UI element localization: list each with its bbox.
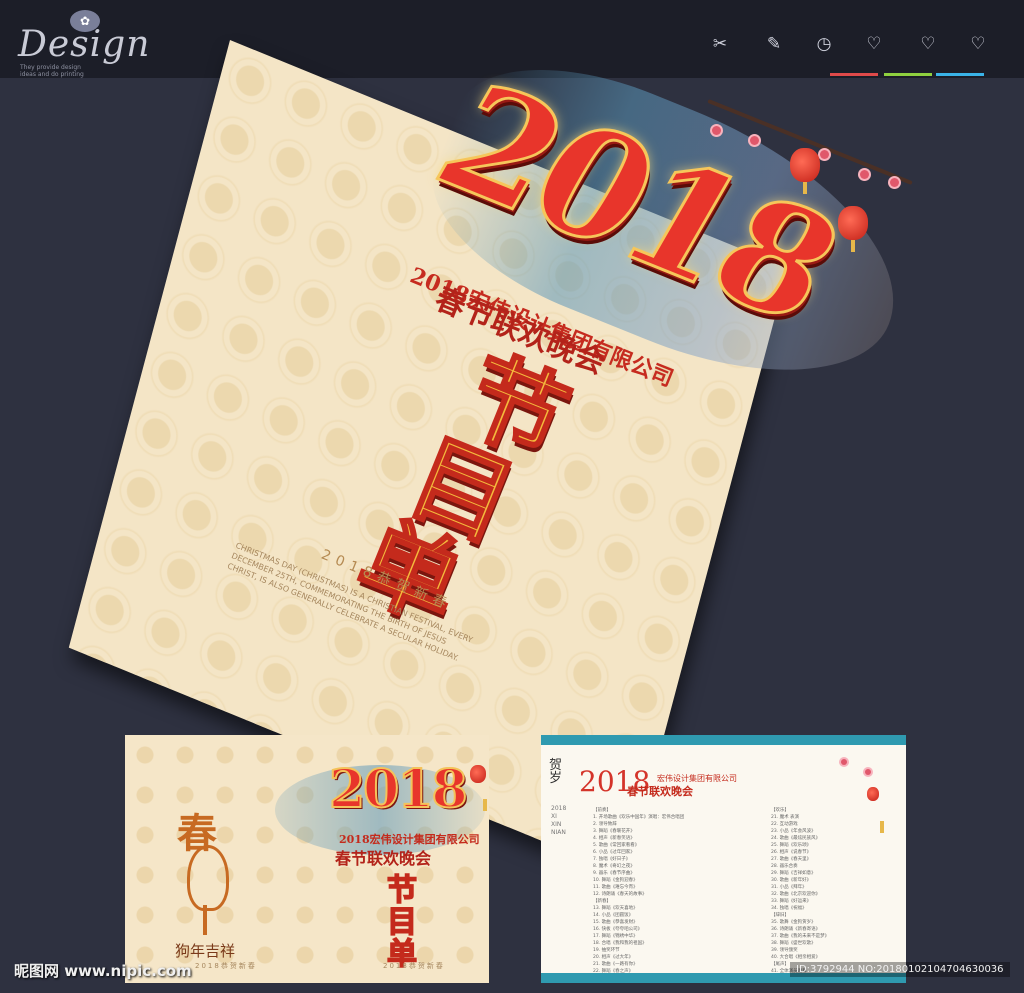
- lantern-ornament: [187, 845, 229, 911]
- greeting-text: 狗年吉祥: [175, 942, 236, 960]
- plum-blossom: [860, 170, 869, 179]
- watermark-right: ID:3792944 NO:20180102104704630036: [790, 962, 1010, 977]
- program-item: 【新春】: [593, 899, 611, 904]
- program-item: 32. 歌曲《北京欢迎你》: [771, 892, 821, 897]
- program-item: 2. 领导致辞: [593, 822, 617, 827]
- program-item: 【欢乐】: [771, 808, 789, 813]
- program-item: 18. 合唱《我和我的祖国》: [593, 941, 647, 946]
- program-item: 6. 小品《过年回家》: [593, 850, 635, 855]
- plum-blossom: [890, 178, 899, 187]
- program-item: 43. 歌曲《难忘今宵》: [771, 982, 829, 983]
- program-item: 13. 舞蹈《欢天喜地》: [593, 906, 638, 911]
- program-item: 31. 小品《拜年》: [771, 885, 807, 890]
- plum-blossom: [820, 150, 829, 159]
- program-event: 春节联欢晚会: [627, 785, 693, 798]
- side-subtitle: 2018 XI XIN NIAN: [551, 805, 567, 836]
- footer-blessing-left: 2018恭贺新春: [195, 962, 257, 970]
- program-item: 29. 舞蹈《吉祥如意》: [771, 871, 816, 876]
- program-item: 7. 独唱《好日子》: [593, 857, 631, 862]
- program-item: 10. 舞蹈《金狗迎春》: [593, 878, 638, 883]
- program-item: 22. 互动游戏: [771, 822, 798, 827]
- program-item: 34. 独唱《祝福》: [771, 906, 807, 911]
- program-item: 14. 小品《团圆饭》: [593, 913, 634, 918]
- program-item: 3. 舞蹈《春暖花开》: [593, 829, 635, 834]
- program-item: 21. 歌曲《一路有你》: [593, 962, 638, 967]
- preview-program-page[interactable]: 贺岁 2018 XI XIN NIAN 2018 宏伟设计集团有限公司 春节联欢…: [541, 735, 906, 983]
- program-item: 19. 抽奖环节: [593, 948, 620, 953]
- program-item: 25. 舞蹈《欢乐颂》: [771, 843, 812, 848]
- lantern-tassel: [203, 905, 207, 935]
- program-item: 38. 舞蹈《盛世欢歌》: [771, 941, 816, 946]
- program-item: 17. 舞蹈《锦绣中华》: [593, 934, 638, 939]
- program-item: 35. 歌舞《金狗贺岁》: [771, 920, 816, 925]
- program-item: 30. 歌曲《新年好》: [771, 878, 812, 883]
- program-item: 4. 相声《新春笑语》: [593, 836, 635, 841]
- footer-blessing-right: 2018恭贺新春: [383, 962, 445, 970]
- program-item: 40. 大合唱《相亲相爱》: [771, 955, 821, 960]
- program-list-right: 【欢乐】 21. 魔术 表演 22. 互动游戏 23. 小品《年会风波》 24. 歌曲《…: [771, 807, 830, 983]
- program-item: 27. 歌曲《春天里》: [771, 857, 812, 862]
- program-item: 12. 诗朗诵《春天的故事》: [593, 892, 647, 897]
- program-item: 15. 歌曲《恭喜发财》: [593, 920, 638, 925]
- program-item: 16. 快板《夸夸咱公司》: [593, 927, 643, 932]
- program-item: 20. 相声《过大年》: [593, 955, 634, 960]
- program-item: 23. 小品《年终总结》: [593, 976, 638, 981]
- program-item: 23. 小品《年会风波》: [771, 829, 816, 834]
- red-lantern: [470, 765, 487, 811]
- side-calligraphy: 贺岁: [549, 758, 563, 786]
- program-item: 36. 诗朗诵《新春寄语》: [771, 927, 821, 932]
- watermark-left: 昵图网 www.nipic.com: [14, 962, 192, 980]
- preview-year: 2018: [328, 758, 469, 821]
- program-item: 24. 歌曲《明天会更好》: [593, 982, 684, 983]
- program-item: 【辞旧】: [771, 913, 789, 918]
- program-item: 1. 开场歌曲《欢乐中国年》演唱：宏伟合唱团: [593, 815, 685, 820]
- plum-blossom: [865, 769, 871, 775]
- preview-front-cover[interactable]: 2018 2018宏伟设计集团有限公司 春节联欢晚会 节 目 单 春 狗年吉祥 …: [125, 735, 489, 983]
- program-item: 11. 歌曲《难忘今宵》: [593, 885, 638, 890]
- preview-event: 春节联欢晚会: [335, 849, 432, 868]
- program-item: 26. 相声《说春节》: [771, 850, 812, 855]
- program-item: 28. 器乐合奏: [771, 864, 798, 869]
- program-item: 8. 魔术《奇幻之夜》: [593, 864, 635, 869]
- program-item: 24. 歌曲《最炫民族风》: [771, 836, 821, 841]
- program-item: 【前奏】: [593, 808, 611, 813]
- program-item: 5. 歌曲《常回家看看》: [593, 843, 640, 848]
- program-list-left: 【前奏】 1. 开场歌曲《欢乐中国年》演唱：宏伟合唱团 2. 领导致辞 3. 舞蹈《春…: [593, 807, 685, 983]
- program-item: 22. 舞蹈《春之声》: [593, 969, 634, 974]
- red-lantern: [867, 787, 884, 833]
- plum-blossom: [750, 136, 759, 145]
- plum-blossom: [712, 126, 721, 135]
- program-item: 33. 舞蹈《好运来》: [771, 899, 812, 904]
- program-item: 9. 器乐《春节序曲》: [593, 871, 635, 876]
- plum-blossom: [841, 759, 847, 765]
- program-item: 37. 歌曲《我的未来不是梦》: [771, 934, 830, 939]
- program-item: 21. 魔术 表演: [771, 815, 800, 820]
- program-item: 39. 领导颁奖: [771, 948, 798, 953]
